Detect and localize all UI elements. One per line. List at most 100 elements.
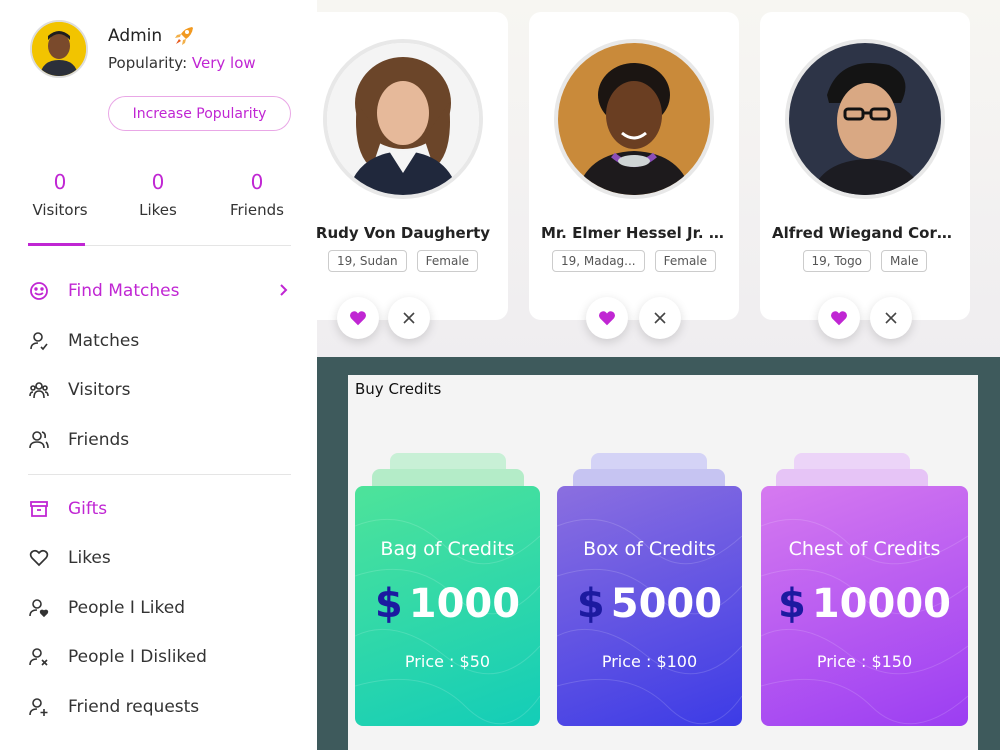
gender-chip: Female (654, 250, 717, 272)
dislike-button[interactable] (639, 297, 681, 339)
popularity-value: Very low (191, 54, 256, 72)
match-card[interactable]: Rudy Von Daugherty 19, Sudan Female (298, 12, 508, 339)
close-icon (885, 312, 897, 324)
package-name: Box of Credits (583, 538, 716, 560)
stat-likes[interactable]: 0 Likes (118, 170, 198, 219)
dislike-button[interactable] (870, 297, 912, 339)
user-plus-icon (28, 696, 50, 718)
menu-item-gifts[interactable]: Gifts (28, 489, 291, 529)
package-price: Price : $150 (816, 652, 913, 671)
heart-icon (350, 311, 366, 326)
package-amount: $5000 (557, 581, 742, 627)
user-check-icon (28, 330, 50, 352)
like-button[interactable] (586, 297, 628, 339)
menu-label-matches: Matches (68, 331, 140, 351)
users-icon (28, 379, 50, 401)
menu-label-friends: Friends (68, 430, 130, 450)
heart-outline-icon (28, 547, 50, 569)
menu-item-friend-requests[interactable]: Friend requests (28, 687, 291, 727)
match-card[interactable]: Mr. Elmer Hessel Jr. W... 19, Madag... F… (529, 12, 739, 339)
like-button[interactable] (818, 297, 860, 339)
dollar-icon: $ (777, 581, 806, 627)
gift-box-icon (28, 498, 50, 520)
gender-chip: Female (416, 250, 479, 272)
close-icon (403, 312, 415, 324)
match-cards-area: Rudy Von Daugherty 19, Sudan Female Mr. … (298, 0, 1000, 357)
close-icon (654, 312, 666, 324)
menu-label-visitors: Visitors (68, 380, 131, 400)
menu-item-people-liked[interactable]: People I Liked (28, 588, 291, 628)
user-x-icon (28, 646, 50, 668)
stat-friends-label: Friends (230, 201, 284, 219)
friends-icon (28, 429, 50, 451)
menu-label-friend-requests: Friend requests (68, 697, 200, 717)
match-tags: 19, Sudan Female (298, 250, 508, 272)
rocket-icon (172, 24, 196, 48)
dollar-icon: $ (374, 581, 403, 627)
stat-visitors[interactable]: 0 Visitors (20, 170, 100, 219)
credit-package-box[interactable]: Box of Credits $5000 Price : $100 (557, 486, 742, 726)
popularity-label: Popularity: (108, 54, 188, 72)
match-name: Mr. Elmer Hessel Jr. W... (541, 224, 739, 242)
package-amount-value: 1000 (408, 581, 521, 627)
credit-package-bag[interactable]: Bag of Credits $1000 Price : $50 (355, 486, 540, 726)
stat-likes-count: 0 (151, 170, 165, 194)
package-amount: $1000 (355, 581, 540, 627)
match-tags: 19, Madag... Female (529, 250, 739, 272)
like-button[interactable] (337, 297, 379, 339)
menu-item-friends[interactable]: Friends (28, 420, 291, 460)
profile-photo[interactable] (554, 39, 714, 199)
heart-icon (599, 311, 615, 326)
package-name: Chest of Credits (788, 538, 941, 560)
stats-bar: 0 Visitors 0 Likes 0 Friends (28, 170, 291, 246)
menu-label-find-matches: Find Matches (68, 281, 180, 301)
dollar-icon: $ (576, 581, 605, 627)
match-tags: 19, Togo Male (760, 250, 970, 272)
package-price: Price : $50 (404, 652, 491, 671)
stat-visitors-label: Visitors (32, 201, 88, 219)
user-heart-icon (28, 597, 50, 619)
menu-label-people-disliked: People I Disliked (68, 647, 207, 667)
dislike-button[interactable] (388, 297, 430, 339)
profile-photo[interactable] (785, 39, 945, 199)
sidebar: Admin Popularity: Very low Increase Popu… (0, 0, 317, 750)
increase-popularity-button[interactable]: Increase Popularity (108, 96, 291, 131)
chevron-right-icon (275, 282, 291, 298)
active-stat-indicator (28, 243, 85, 246)
heart-icon (831, 311, 847, 326)
package-amount-value: 5000 (610, 581, 723, 627)
age-location-chip: 19, Madag... (551, 250, 645, 272)
match-name: Rudy Von Daugherty (315, 224, 491, 242)
stat-friends[interactable]: 0 Friends (217, 170, 297, 219)
credits-panel: Buy Credits Bag of Credits $1000 Price :… (348, 375, 978, 750)
credit-package-chest[interactable]: Chest of Credits $10000 Price : $150 (761, 486, 968, 726)
package-amount-value: 10000 (811, 581, 951, 627)
stat-likes-label: Likes (139, 201, 177, 219)
menu-label-gifts: Gifts (68, 499, 108, 519)
profile-name: Admin (108, 26, 163, 46)
smile-icon (28, 280, 50, 302)
package-price: Price : $100 (601, 652, 698, 671)
age-location-chip: 19, Sudan (327, 250, 407, 272)
menu-item-people-disliked[interactable]: People I Disliked (28, 637, 291, 677)
match-card[interactable]: Alfred Wiegand Cormi... 19, Togo Male (760, 12, 970, 339)
menu-label-likes: Likes (68, 548, 111, 568)
credits-title: Buy Credits (355, 380, 442, 398)
age-location-chip: 19, Togo (802, 250, 872, 272)
popularity-text: Popularity: Very low (108, 54, 256, 72)
credits-section: Buy Credits Bag of Credits $1000 Price :… (317, 357, 1000, 750)
gender-chip: Male (881, 250, 928, 272)
menu-label-people-liked: People I Liked (68, 598, 185, 618)
match-name: Alfred Wiegand Cormi... (772, 224, 970, 242)
stat-visitors-count: 0 (53, 170, 67, 194)
stat-friends-count: 0 (250, 170, 264, 194)
menu-item-visitors[interactable]: Visitors (28, 370, 291, 410)
package-name: Bag of Credits (380, 538, 515, 560)
menu-item-likes[interactable]: Likes (28, 538, 291, 578)
package-amount: $10000 (761, 581, 968, 627)
menu-item-find-matches[interactable]: Find Matches (28, 271, 291, 311)
avatar[interactable] (30, 20, 88, 78)
profile-photo[interactable] (323, 39, 483, 199)
menu-item-matches[interactable]: Matches (28, 321, 291, 361)
profile-header: Admin Popularity: Very low (30, 20, 300, 80)
